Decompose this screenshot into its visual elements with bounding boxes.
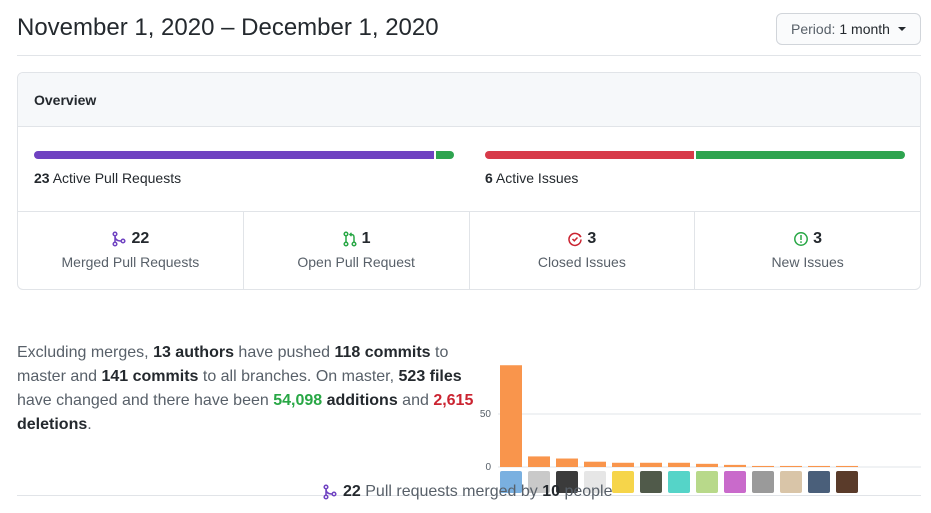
closed-issues-stat[interactable]: 3 Closed Issues xyxy=(470,212,696,289)
new-issues-stat[interactable]: 3 New Issues xyxy=(695,212,920,289)
overview-bars: 23 Active Pull Requests 6 Active Issues xyxy=(18,127,920,212)
avatar[interactable] xyxy=(696,471,718,493)
commits-master-link[interactable]: 118 commits xyxy=(335,344,431,361)
avatar[interactable] xyxy=(612,471,634,493)
bar-author-11 xyxy=(780,465,802,467)
active-issues-count: 6 xyxy=(485,170,493,186)
bar-author-3 xyxy=(556,458,578,467)
summary-text: and xyxy=(397,392,434,409)
open-pr-label: Open Pull Request xyxy=(297,254,415,270)
date-range-title: November 1, 2020 – December 1, 2020 xyxy=(17,14,439,41)
closed-issues-segment xyxy=(485,151,694,159)
avatar[interactable] xyxy=(724,471,746,493)
summary-text: . xyxy=(87,416,92,433)
avatar[interactable] xyxy=(780,471,802,493)
period-value: 1 month xyxy=(839,21,890,37)
deletions-count: 2,615 xyxy=(433,392,474,409)
avatar[interactable] xyxy=(808,471,830,493)
active-issues-text: Active Issues xyxy=(495,170,579,186)
new-issues-label: New Issues xyxy=(771,254,844,270)
pull-requests-progress-bar xyxy=(34,151,454,159)
additions-count: 54,098 xyxy=(273,392,323,409)
summary-text: have changed and there have been xyxy=(17,392,274,409)
active-pr-count: 23 xyxy=(34,170,50,186)
closed-issues-label: Closed Issues xyxy=(537,254,626,270)
bar-author-1 xyxy=(500,365,522,467)
overview-panel: Overview 23 Active Pull Requests 6 Activ… xyxy=(17,72,921,290)
page-header: November 1, 2020 – December 1, 2020 Peri… xyxy=(17,0,921,56)
summary-text: have pushed xyxy=(233,344,335,361)
open-pr-segment xyxy=(436,151,454,159)
summary-text: Excluding merges, xyxy=(17,344,154,361)
merged-count: 22 xyxy=(343,483,361,500)
period-label: Period: xyxy=(791,21,836,37)
bar-author-7 xyxy=(668,462,690,467)
commit-summary-text: Excluding merges, 13 authors have pushed… xyxy=(17,341,477,437)
bar-author-8 xyxy=(696,463,718,467)
avatar[interactable] xyxy=(752,471,774,493)
merged-by-summary: 22 Pull requests merged by 10 people xyxy=(322,483,613,501)
people-text: people xyxy=(560,483,613,500)
deletions-word: deletions xyxy=(17,416,88,433)
authors-link[interactable]: 13 authors xyxy=(153,344,234,361)
issue-opened-icon xyxy=(793,231,809,247)
open-pull-request-stat[interactable]: 1 Open Pull Request xyxy=(244,212,470,289)
bar-author-9 xyxy=(724,464,746,467)
issues-summary[interactable]: 6 Active Issues xyxy=(485,151,905,186)
period-select-button[interactable]: Period: 1 month xyxy=(776,13,921,45)
caret-down-icon xyxy=(897,27,906,31)
active-pull-requests-label: 23 Active Pull Requests xyxy=(34,170,454,186)
issues-progress-bar xyxy=(485,151,905,159)
contributors-bar-chart: 0 50 xyxy=(480,365,921,493)
open-pr-value: 1 xyxy=(361,230,371,247)
y-tick-label: 50 xyxy=(480,409,492,420)
merged-text: Pull requests merged by xyxy=(360,483,543,500)
avatar[interactable] xyxy=(668,471,690,493)
bar-author-5 xyxy=(612,462,634,467)
closed-issues-value: 3 xyxy=(587,230,597,247)
bar-author-13 xyxy=(836,465,858,467)
git-pull-request-icon xyxy=(342,231,358,247)
summary-text: to all branches. On master, xyxy=(198,368,399,385)
commits-all-link[interactable]: 141 commits xyxy=(101,368,198,385)
merged-pr-label: Merged Pull Requests xyxy=(61,254,200,270)
merged-pull-requests-stat[interactable]: 22 Merged Pull Requests xyxy=(18,212,244,289)
active-issues-label: 6 Active Issues xyxy=(485,170,905,186)
bar-author-2 xyxy=(528,456,550,467)
new-issues-segment xyxy=(696,151,905,159)
bar-author-4 xyxy=(584,461,606,467)
pull-requests-summary[interactable]: 23 Active Pull Requests xyxy=(34,151,454,186)
bar-author-10 xyxy=(752,465,774,467)
issue-closed-icon xyxy=(567,231,583,247)
merged-pr-segment xyxy=(34,151,434,159)
avatar[interactable] xyxy=(640,471,662,493)
files-changed-link[interactable]: 523 files xyxy=(399,368,462,385)
overview-heading: Overview xyxy=(18,73,920,127)
people-count: 10 xyxy=(542,483,561,500)
bar-author-12 xyxy=(808,465,830,467)
avatar[interactable] xyxy=(836,471,858,493)
bar-author-6 xyxy=(640,462,662,467)
y-tick-label: 0 xyxy=(485,462,491,473)
git-merge-icon xyxy=(322,484,338,500)
active-pr-text: Active Pull Requests xyxy=(52,170,182,186)
additions-word: additions xyxy=(322,392,398,409)
merged-pr-value: 22 xyxy=(131,230,150,247)
overview-stats: 22 Merged Pull Requests 1 Open Pull Requ… xyxy=(18,212,920,289)
git-merge-icon xyxy=(111,231,127,247)
new-issues-value: 3 xyxy=(813,230,823,247)
